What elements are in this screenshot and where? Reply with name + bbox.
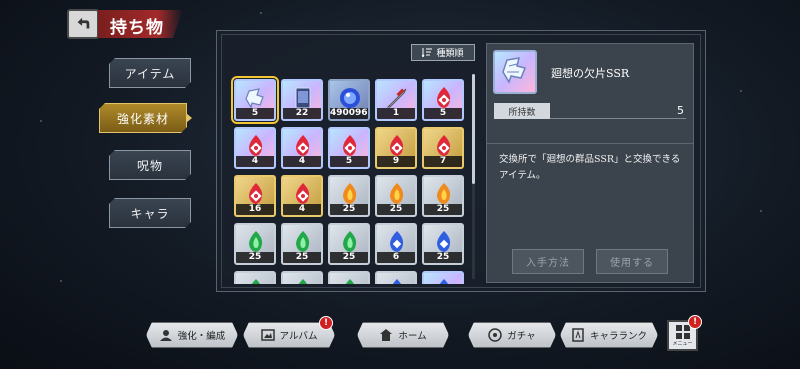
menu-label: メニュー bbox=[672, 340, 693, 347]
item-slot[interactable]: 25 bbox=[328, 175, 370, 217]
nav-gacha-label: ガチャ bbox=[507, 331, 536, 342]
nav-album-label: アルバム bbox=[279, 331, 318, 342]
item-slot[interactable]: 25 bbox=[281, 223, 323, 265]
ranking-icon bbox=[571, 328, 585, 342]
nav-enhance-label: 強化・編成 bbox=[177, 331, 226, 342]
active-category-arrow-icon bbox=[186, 113, 192, 123]
item-slot[interactable]: 25 bbox=[328, 223, 370, 265]
enhance-icon bbox=[159, 328, 173, 342]
page-title: 持ち物 bbox=[110, 18, 164, 38]
item-count: 25 bbox=[377, 204, 415, 215]
item-slot[interactable] bbox=[375, 271, 417, 284]
owned-underline bbox=[550, 118, 686, 119]
detail-description: 交換所で「廻想の群品SSR」と交換できるアイテム。 bbox=[499, 154, 681, 181]
item-slot[interactable]: 4900962 bbox=[328, 79, 370, 121]
item-count: 4900962 bbox=[330, 108, 370, 119]
star-decoration bbox=[60, 280, 62, 282]
item-count: 25 bbox=[236, 252, 274, 263]
item-slot[interactable] bbox=[234, 271, 276, 284]
item-slot[interactable]: 9 bbox=[375, 127, 417, 169]
item-slot[interactable] bbox=[281, 271, 323, 284]
detail-divider bbox=[486, 143, 694, 144]
home-icon bbox=[379, 328, 393, 342]
green-flame-icon bbox=[251, 279, 261, 284]
nav-enhance-button[interactable]: 強化・編成 bbox=[146, 322, 238, 348]
item-count: 1 bbox=[377, 108, 415, 119]
item-slot[interactable]: 5 bbox=[328, 127, 370, 169]
item-count: 16 bbox=[236, 204, 274, 215]
detail-item-name: 廻想の欠片SSR bbox=[551, 67, 630, 80]
green-flame-icon bbox=[298, 279, 308, 284]
nav-ranking-button[interactable]: キャラランク bbox=[560, 322, 658, 348]
scroll-thumb[interactable] bbox=[472, 74, 475, 184]
item-count: 25 bbox=[330, 204, 368, 215]
nav-gacha-button[interactable]: ガチャ bbox=[468, 322, 556, 348]
item-count: 5 bbox=[330, 156, 368, 167]
item-count: 5 bbox=[424, 108, 462, 119]
sort-icon bbox=[422, 48, 433, 57]
blue-flame-icon bbox=[439, 279, 449, 284]
grid-scrollbar[interactable] bbox=[472, 74, 475, 279]
item-count: 4 bbox=[283, 204, 321, 215]
nav-home-label: ホーム bbox=[398, 331, 427, 342]
category-items-button[interactable]: アイテム bbox=[109, 58, 191, 88]
item-slot[interactable]: 4 bbox=[281, 175, 323, 217]
fragment-icon bbox=[502, 57, 527, 84]
item-slot[interactable]: 6 bbox=[375, 223, 417, 265]
item-count: 25 bbox=[283, 252, 321, 263]
nav-home-button[interactable]: ホーム bbox=[357, 322, 449, 348]
back-arrow-icon bbox=[77, 17, 90, 29]
nav-ranking-label: キャラランク bbox=[589, 331, 647, 342]
item-slot[interactable]: 5 bbox=[422, 79, 464, 121]
star-decoration bbox=[260, 12, 262, 14]
blue-flame-icon bbox=[392, 279, 402, 284]
item-count: 9 bbox=[377, 156, 415, 167]
star-decoration bbox=[40, 120, 42, 122]
gacha-icon bbox=[488, 328, 502, 342]
item-count: 25 bbox=[424, 252, 462, 263]
owned-label: 所持数 bbox=[494, 103, 550, 119]
menu-grid-icon bbox=[675, 324, 690, 339]
album-icon bbox=[261, 328, 275, 342]
sort-button[interactable]: 種類順 bbox=[411, 44, 475, 61]
use-item-button[interactable]: 使用する bbox=[596, 249, 668, 274]
item-count: 6 bbox=[377, 252, 415, 263]
sort-label: 種類順 bbox=[436, 49, 464, 59]
detail-item-icon bbox=[493, 50, 537, 94]
item-slot[interactable]: 4 bbox=[281, 127, 323, 169]
item-grid: 5 22 4900962 1 5 4 4 5 9 7 16 4 25 25 25 25 25 25 6 25 bbox=[228, 70, 472, 284]
item-count: 5 bbox=[236, 108, 274, 119]
item-slot[interactable]: 25 bbox=[375, 175, 417, 217]
acquire-method-button[interactable]: 入手方法 bbox=[512, 249, 584, 274]
category-materials-button[interactable]: 強化素材 bbox=[99, 103, 187, 133]
item-count: 4 bbox=[236, 156, 274, 167]
item-slot[interactable]: 1 bbox=[375, 79, 417, 121]
category-cursed-button[interactable]: 呪物 bbox=[109, 150, 191, 180]
item-count: 4 bbox=[283, 156, 321, 167]
item-count: 25 bbox=[424, 204, 462, 215]
item-slot[interactable]: 7 bbox=[422, 127, 464, 169]
item-slot[interactable]: 16 bbox=[234, 175, 276, 217]
item-slot[interactable]: 4 bbox=[234, 127, 276, 169]
item-count: 25 bbox=[330, 252, 368, 263]
item-slot[interactable] bbox=[422, 271, 464, 284]
green-flame-icon bbox=[345, 279, 355, 284]
item-slot[interactable]: 25 bbox=[422, 175, 464, 217]
album-alert-badge: ! bbox=[319, 316, 333, 330]
back-button[interactable] bbox=[67, 9, 99, 39]
item-count: 7 bbox=[424, 156, 462, 167]
item-slot[interactable] bbox=[328, 271, 370, 284]
item-slot[interactable]: 5 bbox=[231, 76, 279, 124]
item-slot[interactable]: 25 bbox=[422, 223, 464, 265]
owned-row: 所持数 5 bbox=[494, 103, 686, 119]
item-slot[interactable]: 22 bbox=[281, 79, 323, 121]
menu-alert-badge: ! bbox=[688, 315, 702, 329]
owned-value: 5 bbox=[677, 104, 684, 117]
item-slot[interactable]: 25 bbox=[234, 223, 276, 265]
item-count: 22 bbox=[283, 108, 321, 119]
category-character-button[interactable]: キャラ bbox=[109, 198, 191, 228]
star-decoration bbox=[760, 210, 762, 212]
star-decoration bbox=[740, 90, 742, 92]
